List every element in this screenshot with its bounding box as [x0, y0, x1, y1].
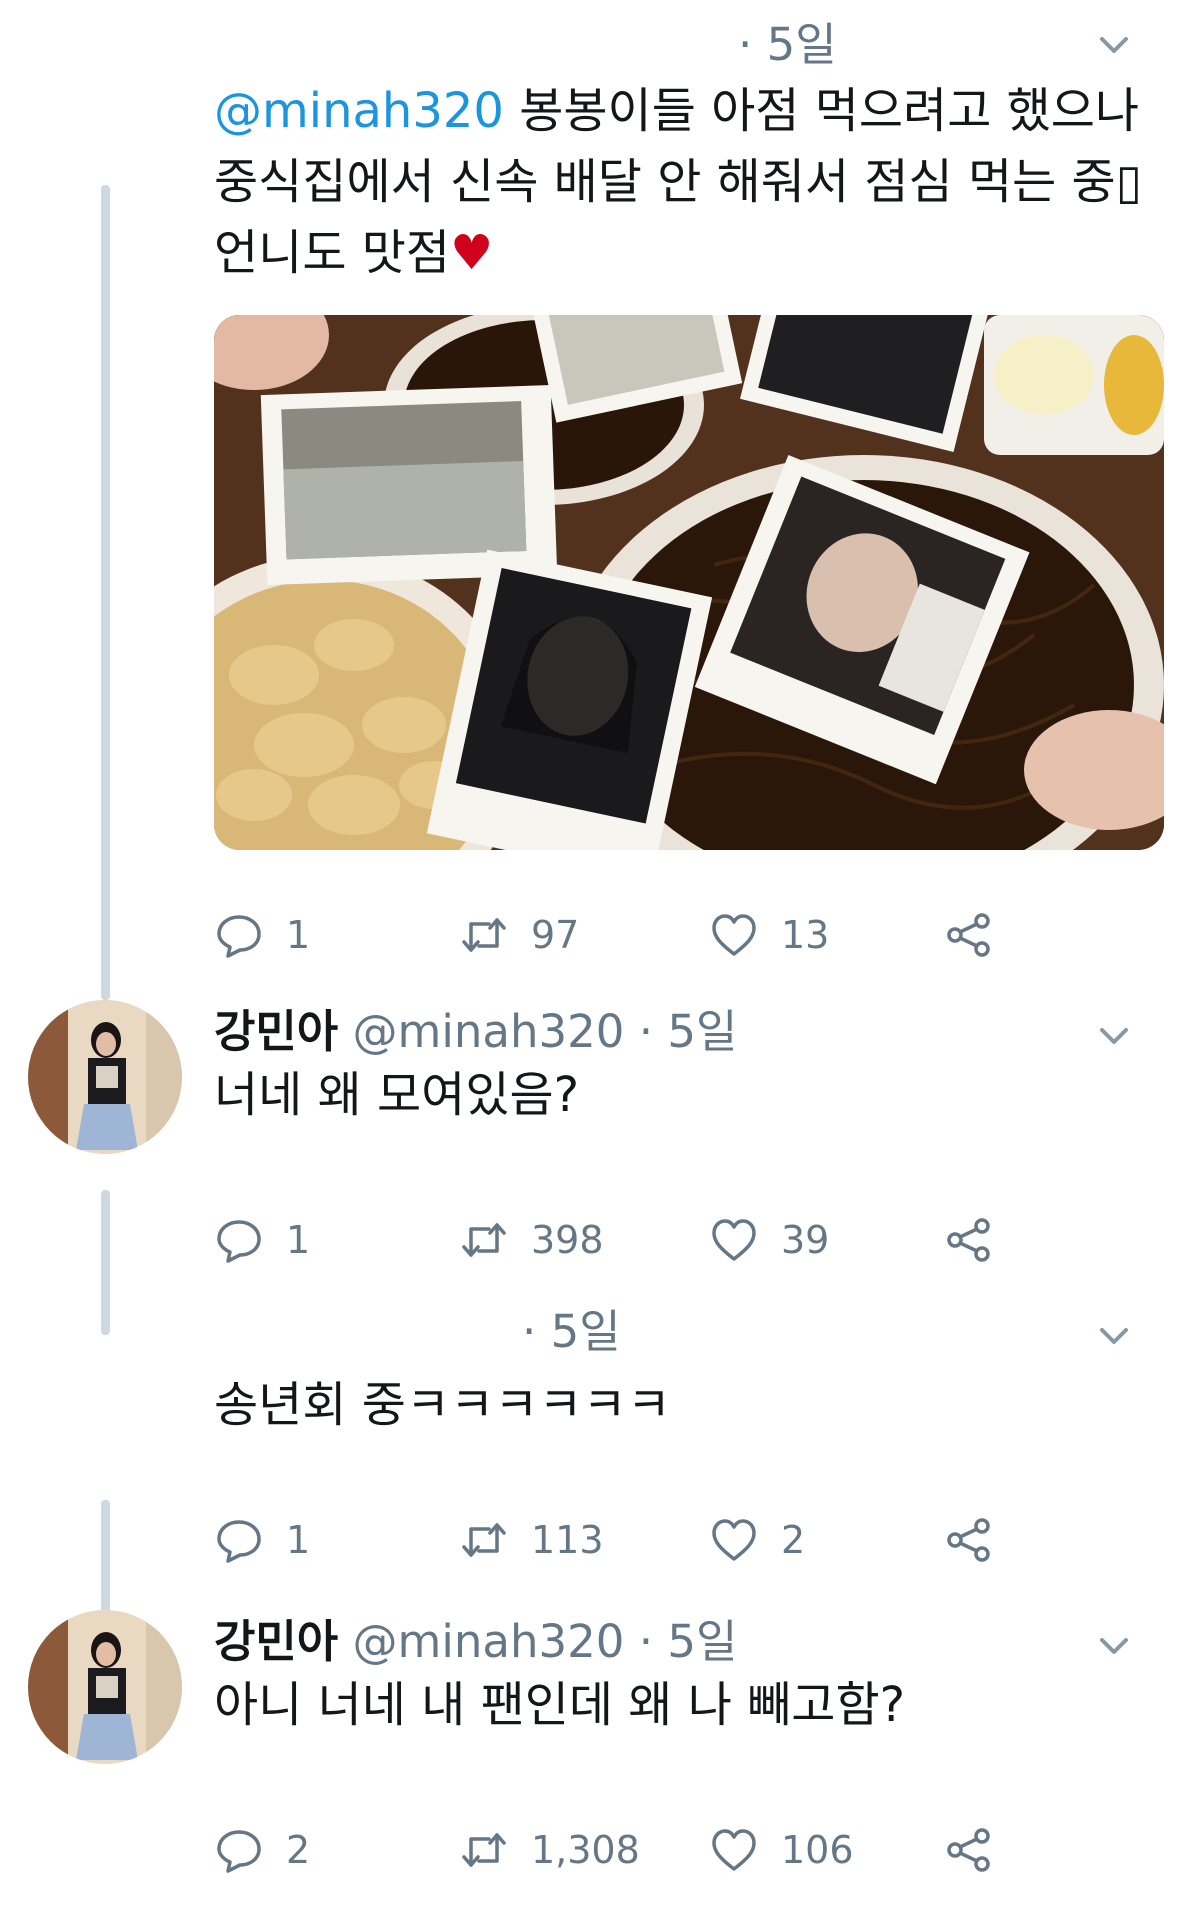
tweet-time[interactable]: 5일 [767, 18, 837, 71]
tweet-meta: · 5일 [738, 18, 837, 72]
like-icon [712, 1219, 756, 1261]
tweet-text: 너네 왜 모여있음? [214, 1067, 580, 1123]
retweet-count: 398 [531, 1218, 604, 1262]
avatar[interactable] [28, 1610, 182, 1764]
tweet[interactable]: · 5일 송년회 중ㅋㅋㅋㅋㅋㅋ 1 113 2 [0, 1300, 1178, 1600]
user-handle[interactable]: @minah320 [353, 1615, 625, 1668]
reply-button[interactable]: 2 [214, 1820, 310, 1880]
retweet-icon [462, 1523, 506, 1557]
reply-icon [217, 1520, 261, 1563]
like-count: 2 [781, 1518, 806, 1562]
tweet-time[interactable]: 5일 [551, 1305, 621, 1358]
reply-button[interactable]: 1 [214, 905, 310, 965]
avatar[interactable] [28, 1000, 182, 1154]
user-handle[interactable]: @minah320 [353, 1005, 625, 1058]
tweet-actions: 1 97 13 [214, 905, 1114, 965]
like-button[interactable]: 39 [709, 1210, 829, 1270]
reply-count: 2 [286, 1828, 311, 1872]
share-icon [947, 1218, 990, 1262]
reply-button[interactable]: 1 [214, 1210, 310, 1270]
tweet-actions: 1 398 39 [214, 1210, 1114, 1270]
share-button[interactable] [944, 1210, 994, 1270]
tweet-text: 송년회 중ㅋㅋㅋㅋㅋㅋ [214, 1377, 671, 1433]
like-count: 39 [781, 1218, 830, 1262]
share-button[interactable] [944, 1510, 994, 1570]
tweet[interactable]: 강민아 @minah320 · 5일 아니 너네 내 팬인데 왜 나 빼고함? … [0, 1610, 1178, 1906]
retweet-button[interactable]: 1,308 [459, 1820, 640, 1880]
tweet-text: 아니 너네 내 팬인데 왜 나 빼고함? [214, 1677, 906, 1733]
chevron-down-icon[interactable] [1094, 25, 1134, 65]
share-button[interactable] [944, 905, 994, 965]
reply-button[interactable]: 1 [214, 1510, 310, 1570]
tweet-actions: 2 1,308 106 [214, 1820, 1114, 1880]
reply-count: 1 [286, 913, 311, 957]
chevron-down-icon[interactable] [1094, 1626, 1134, 1666]
retweet-count: 113 [531, 1518, 604, 1562]
like-count: 106 [781, 1828, 854, 1872]
share-icon [947, 913, 990, 957]
meta-separator: · [522, 1305, 537, 1358]
reply-icon [217, 915, 261, 958]
retweet-count: 97 [531, 913, 580, 957]
meta-separator: · [638, 1615, 653, 1668]
retweet-button[interactable]: 398 [459, 1210, 604, 1270]
tweet-meta: 강민아 @minah320 · 5일 [214, 1005, 737, 1059]
display-name[interactable]: 강민아 [214, 1615, 338, 1668]
tweet-photo[interactable] [214, 315, 1164, 850]
like-icon [712, 1519, 756, 1561]
display-name[interactable]: 강민아 [214, 1005, 338, 1058]
tweet-text: @minah320 봉봉이들 아점 먹으려고 했으나 중식집에서 신속 배달 안… [214, 76, 1144, 289]
reply-count: 1 [286, 1518, 311, 1562]
tweet-time[interactable]: 5일 [667, 1615, 737, 1668]
like-button[interactable]: 2 [709, 1510, 805, 1570]
share-button[interactable] [944, 1820, 994, 1880]
share-icon [947, 1518, 990, 1562]
retweet-icon [462, 1223, 506, 1257]
tweet-time[interactable]: 5일 [667, 1005, 737, 1058]
like-icon [712, 1829, 756, 1871]
meta-separator: · [738, 18, 753, 71]
like-count: 13 [781, 913, 830, 957]
mention-link[interactable]: @minah320 [214, 83, 504, 139]
share-icon [947, 1828, 990, 1872]
meta-separator: · [638, 1005, 653, 1058]
tweet[interactable]: · 5일 @minah320 봉봉이들 아점 먹으려고 했으나 중식집에서 신속… [0, 0, 1178, 1000]
like-icon [712, 914, 756, 956]
like-button[interactable]: 106 [709, 1820, 854, 1880]
chevron-down-icon[interactable] [1094, 1316, 1134, 1356]
chevron-down-icon[interactable] [1094, 1016, 1134, 1056]
retweet-icon [462, 918, 506, 952]
retweet-button[interactable]: 97 [459, 905, 579, 965]
retweet-button[interactable]: 113 [459, 1510, 604, 1570]
reply-icon [217, 1220, 261, 1263]
tweet[interactable]: 강민아 @minah320 · 5일 너네 왜 모여있음? 1 398 39 [0, 1000, 1178, 1300]
like-button[interactable]: 13 [709, 905, 829, 965]
tweet-actions: 1 113 2 [214, 1510, 1114, 1570]
heart-emoji: ♥ [450, 225, 494, 281]
tweet-meta: · 5일 [522, 1305, 621, 1359]
reply-count: 1 [286, 1218, 311, 1262]
retweet-count: 1,308 [531, 1828, 640, 1872]
reply-icon [217, 1830, 261, 1873]
retweet-icon [462, 1833, 506, 1867]
tweet-meta: 강민아 @minah320 · 5일 [214, 1615, 737, 1669]
